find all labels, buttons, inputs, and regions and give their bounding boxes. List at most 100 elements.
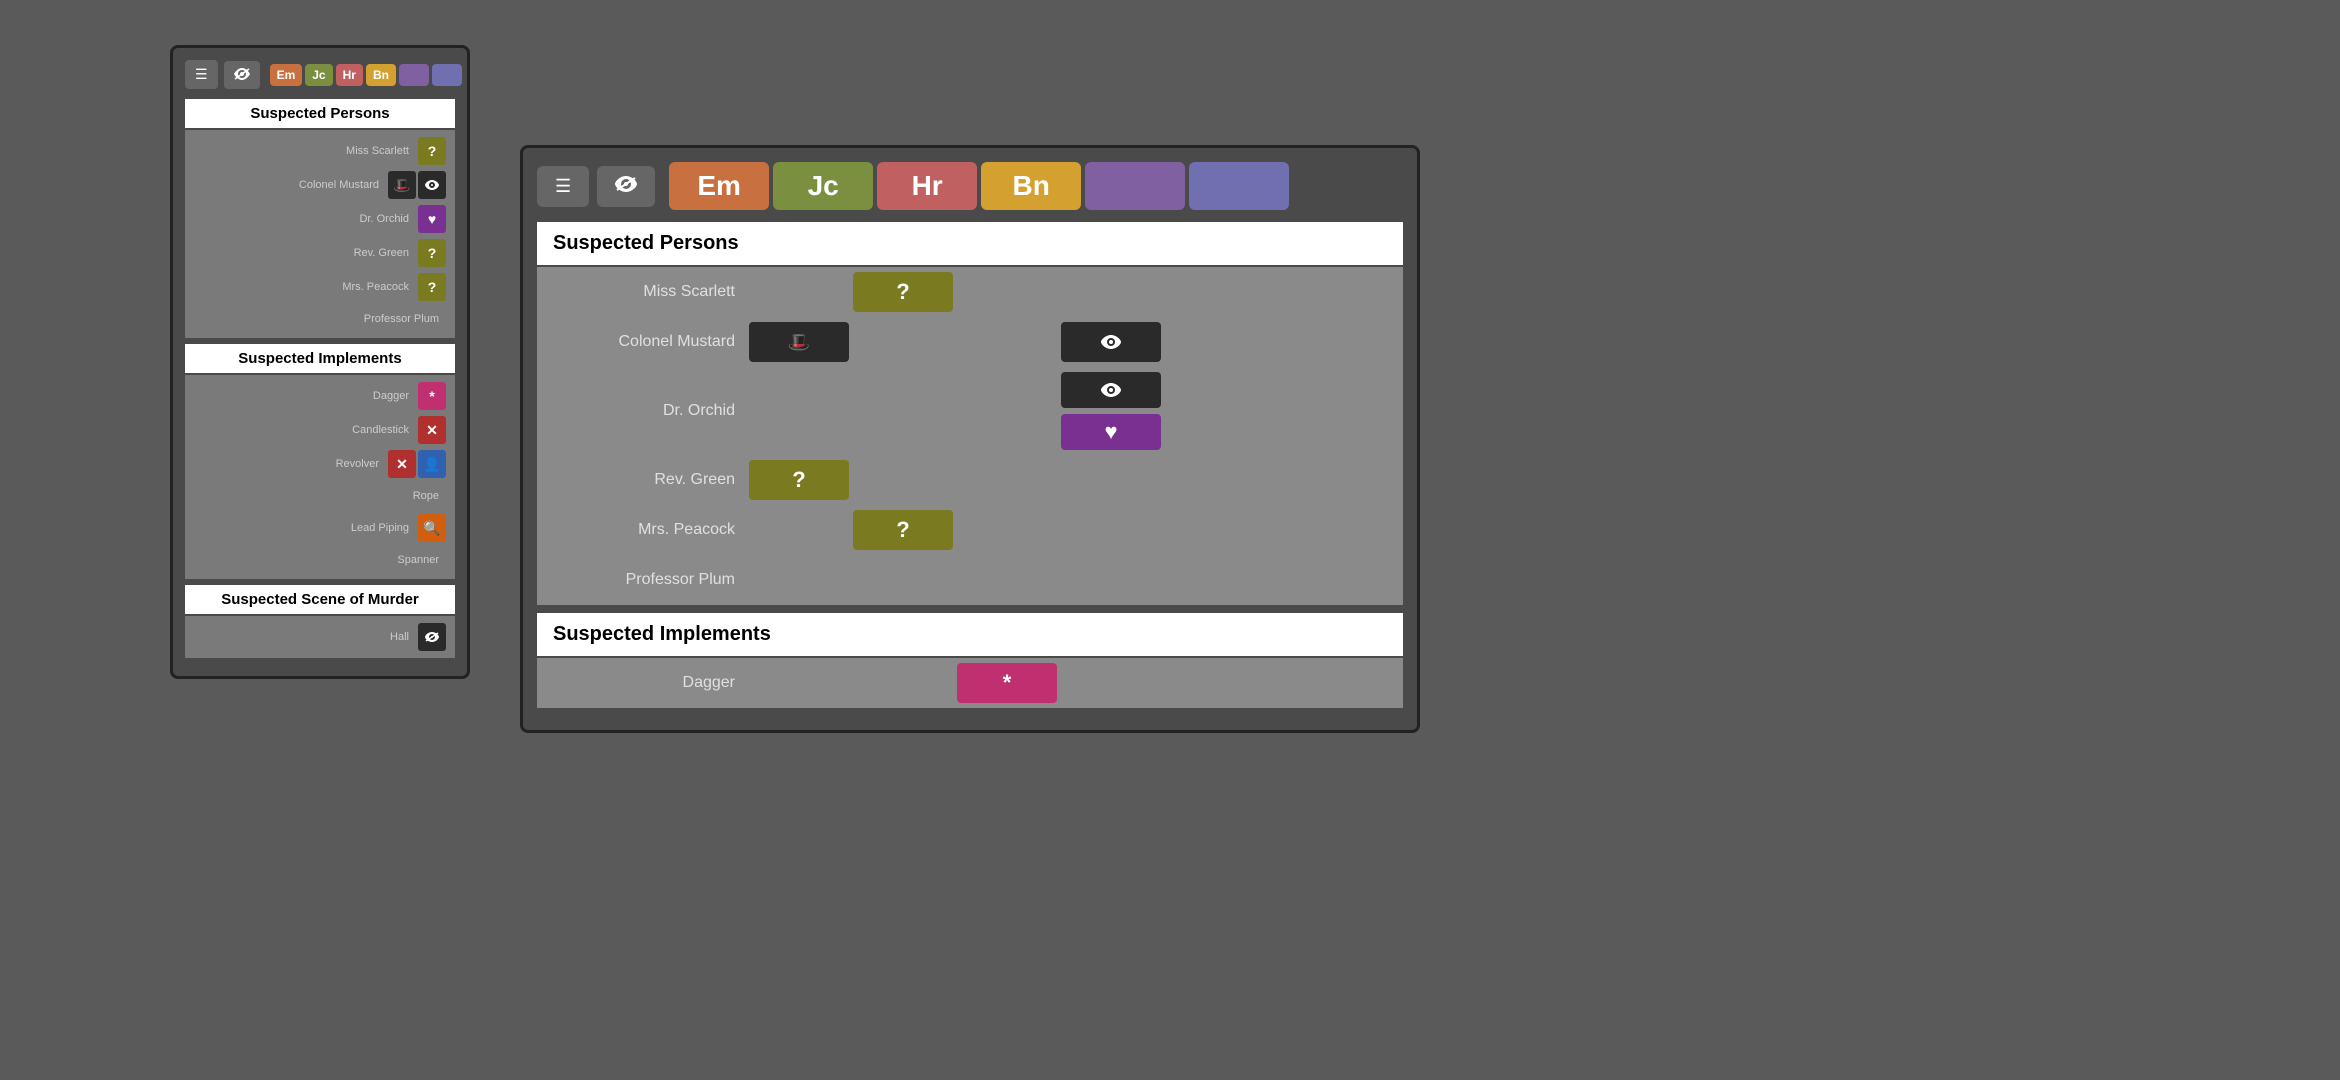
- label-dr-orchid: Dr. Orchid: [193, 213, 417, 225]
- row-spanner: Spanner: [185, 545, 455, 575]
- right-cell-cm-1[interactable]: 🎩: [749, 322, 849, 362]
- right-persons-header: Suspected Persons: [537, 222, 1403, 265]
- right-menu-button[interactable]: ☰: [537, 166, 589, 207]
- label-rope: Rope: [193, 490, 447, 502]
- label-colonel-mustard: Colonel Mustard: [193, 179, 387, 191]
- right-tab-bn[interactable]: Bn: [981, 162, 1081, 210]
- right-cell-mp-5: [1165, 510, 1265, 550]
- scene-section: Hall: [185, 616, 455, 658]
- right-cell-dg-4: [1061, 663, 1161, 703]
- right-cell-cm-6: [1269, 322, 1369, 362]
- right-tab-em[interactable]: Em: [669, 162, 769, 210]
- left-tab-6[interactable]: [432, 64, 462, 86]
- right-cell-do-heart[interactable]: ♥: [1061, 414, 1161, 450]
- cell-hall-eye[interactable]: [418, 623, 446, 651]
- label-professor-plum: Professor Plum: [193, 313, 447, 325]
- label-dagger: Dagger: [193, 390, 417, 402]
- right-cell-mp-4: [1061, 510, 1161, 550]
- right-cell-do-5: [1165, 391, 1265, 431]
- right-cell-rg-3: [957, 460, 1057, 500]
- right-cell-mp-6: [1269, 510, 1369, 550]
- left-tab-hr[interactable]: Hr: [336, 64, 363, 86]
- cell-candlestick-1[interactable]: ✕: [418, 416, 446, 444]
- right-label-mrs-peacock: Mrs. Peacock: [547, 521, 747, 539]
- cell-revolver-1[interactable]: ✕: [388, 450, 416, 478]
- cell-dr-orchid-1[interactable]: ♥: [418, 205, 446, 233]
- left-tab-jc[interactable]: Jc: [305, 64, 332, 86]
- left-tab-em[interactable]: Em: [270, 64, 303, 86]
- left-toolbar: ☰ Em Jc Hr Bn: [185, 60, 455, 89]
- right-cell-ms-5: [1165, 272, 1265, 312]
- right-cell-mp-2[interactable]: ?: [853, 510, 953, 550]
- row-colonel-mustard: Colonel Mustard 🎩: [185, 168, 455, 202]
- right-label-dagger: Dagger: [547, 674, 747, 692]
- right-cell-do-eye[interactable]: [1061, 372, 1161, 408]
- left-tab-bn[interactable]: Bn: [366, 64, 396, 86]
- right-tab-6[interactable]: [1189, 162, 1289, 210]
- implements-header: Suspected Implements: [185, 344, 455, 373]
- right-panel: ☰ Em Jc Hr Bn Suspected Persons Miss Sca…: [520, 145, 1420, 733]
- right-cell-rg-1[interactable]: ?: [749, 460, 849, 500]
- row-lead-piping: Lead Piping 🔍: [185, 511, 455, 545]
- label-revolver: Revolver: [193, 458, 387, 470]
- right-label-dr-orchid: Dr. Orchid: [547, 402, 747, 420]
- right-tab-hr[interactable]: Hr: [877, 162, 977, 210]
- left-tab-5[interactable]: [399, 64, 429, 86]
- cell-colonel-mustard-eye[interactable]: [418, 171, 446, 199]
- right-tab-jc[interactable]: Jc: [773, 162, 873, 210]
- right-cell-cm-2: [853, 322, 953, 362]
- right-cell-pp-2: [853, 560, 953, 600]
- label-candlestick: Candlestick: [193, 424, 417, 436]
- label-spanner: Spanner: [193, 554, 447, 566]
- right-persons-section: Miss Scarlett ? Colonel Mustard 🎩 Dr. Or…: [537, 267, 1403, 605]
- right-cell-rg-4: [1061, 460, 1161, 500]
- right-cell-cm-3: [957, 322, 1057, 362]
- right-cell-do-3: [957, 391, 1057, 431]
- left-eye-button[interactable]: [224, 61, 260, 89]
- right-cell-dg-3[interactable]: *: [957, 663, 1057, 703]
- right-cell-pp-6: [1269, 560, 1369, 600]
- right-cell-do-2: [853, 391, 953, 431]
- left-panel: ☰ Em Jc Hr Bn Suspected Persons Miss Sca…: [170, 45, 470, 679]
- cell-rev-green-1[interactable]: ?: [418, 239, 446, 267]
- right-eye-button[interactable]: [597, 166, 655, 207]
- row-dr-orchid: Dr. Orchid ♥: [185, 202, 455, 236]
- right-cell-rg-2: [853, 460, 953, 500]
- right-cell-ms-4: [1061, 272, 1161, 312]
- row-professor-plum: Professor Plum: [185, 304, 455, 334]
- cell-lead-piping-1[interactable]: 🔍: [418, 514, 446, 542]
- label-mrs-peacock: Mrs. Peacock: [193, 281, 417, 293]
- right-cell-ms-2[interactable]: ?: [853, 272, 953, 312]
- row-candlestick: Candlestick ✕: [185, 413, 455, 447]
- right-cell-pp-5: [1165, 560, 1265, 600]
- right-cell-pp-4: [1061, 560, 1161, 600]
- right-cell-do-6: [1269, 391, 1369, 431]
- cell-revolver-2[interactable]: 👤: [418, 450, 446, 478]
- right-cell-ms-1: [749, 272, 849, 312]
- right-row-professor-plum: Professor Plum: [537, 555, 1403, 605]
- cell-miss-scarlett-1[interactable]: ?: [418, 137, 446, 165]
- row-mrs-peacock: Mrs. Peacock ?: [185, 270, 455, 304]
- left-menu-button[interactable]: ☰: [185, 60, 218, 89]
- right-cell-mp-1: [749, 510, 849, 550]
- right-cell-do-1: [749, 391, 849, 431]
- right-row-colonel-mustard: Colonel Mustard 🎩: [537, 317, 1403, 367]
- row-rope: Rope: [185, 481, 455, 511]
- right-cell-ms-6: [1269, 272, 1369, 312]
- right-cell-pp-1: [749, 560, 849, 600]
- right-label-rev-green: Rev. Green: [547, 471, 747, 489]
- right-row-dr-orchid: Dr. Orchid ♥: [537, 367, 1403, 455]
- cell-dagger-1[interactable]: *: [418, 382, 446, 410]
- row-revolver: Revolver ✕ 👤: [185, 447, 455, 481]
- row-rev-green: Rev. Green ?: [185, 236, 455, 270]
- cell-mrs-peacock-1[interactable]: ?: [418, 273, 446, 301]
- persons-header: Suspected Persons: [185, 99, 455, 128]
- left-player-tabs: Em Jc Hr Bn: [270, 64, 462, 86]
- right-tab-5[interactable]: [1085, 162, 1185, 210]
- right-cell-cm-5: [1165, 322, 1265, 362]
- right-cell-cm-eye[interactable]: [1061, 322, 1161, 362]
- label-rev-green: Rev. Green: [193, 247, 417, 259]
- cell-colonel-mustard-1[interactable]: 🎩: [388, 171, 416, 199]
- right-implements-section: Dagger *: [537, 658, 1403, 708]
- right-toolbar: ☰ Em Jc Hr Bn: [537, 162, 1403, 210]
